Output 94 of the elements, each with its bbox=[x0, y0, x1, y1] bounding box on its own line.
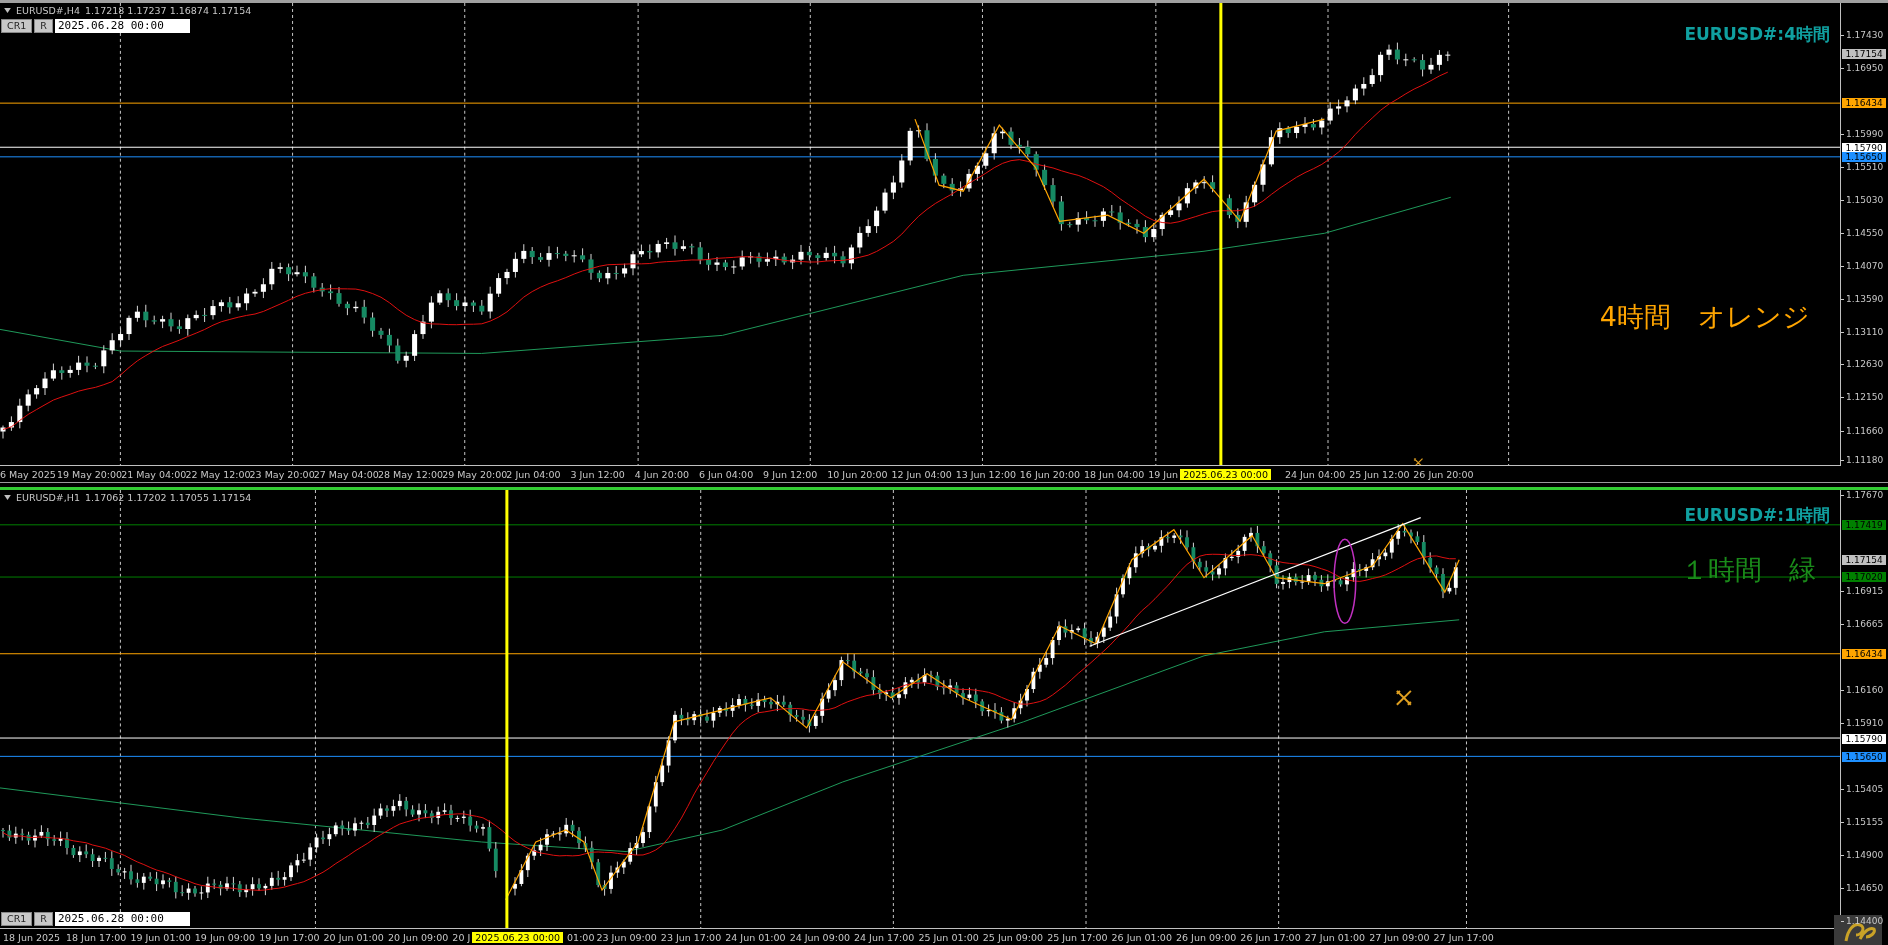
time-axis-label: 3 Jun 12:00 bbox=[570, 468, 626, 480]
price-tick-label: 1.16665 bbox=[1841, 618, 1884, 629]
price-level-label: 1.15650 bbox=[1842, 751, 1886, 762]
price-level-label: 1.16434 bbox=[1842, 98, 1886, 109]
price-level-label: 1.15790 bbox=[1842, 733, 1886, 744]
chart-note: １時間 緑 bbox=[1681, 553, 1816, 587]
price-level-label: 1.17154 bbox=[1842, 48, 1886, 59]
price-tick-label: 1.15910 bbox=[1841, 717, 1884, 728]
price-tick-label: 1.14400 bbox=[1841, 915, 1884, 926]
time-axis-label: 27 Jun 17:00 bbox=[1433, 931, 1495, 943]
price-tick-label: 1.11660 bbox=[1841, 426, 1884, 437]
time-axis-label: 20 J bbox=[452, 931, 472, 943]
time-axis-label: 26 Jun 20:00 bbox=[1413, 468, 1475, 480]
time-axis-label: 2 Jun 04:00 bbox=[506, 468, 562, 480]
time-axis-label: 18 Jun 04:00 bbox=[1084, 468, 1146, 480]
price-level-label: 1.15790 bbox=[1842, 142, 1886, 153]
ohlc-values: 1.17062 1.17202 1.17055 1.17154 bbox=[85, 492, 252, 503]
price-level-label: 1.15650 bbox=[1842, 152, 1886, 163]
time-axis-label: 26 Jun 01:00 bbox=[1111, 931, 1173, 943]
time-axis-label: 28 May 12:00 bbox=[377, 468, 443, 480]
price-tick-label: 1.12150 bbox=[1841, 392, 1884, 403]
ohlc-values: 1.17218 1.17237 1.16874 1.17154 bbox=[85, 5, 252, 16]
time-axis-label: 9 Jun 12:00 bbox=[763, 468, 819, 480]
time-axis-label: 19 Jun 09:00 bbox=[194, 931, 257, 943]
date-field[interactable]: 2025.06.28 00:00 bbox=[54, 912, 190, 926]
time-axis-label: 19 Jun 01:00 bbox=[130, 931, 192, 943]
time-axis-label: 25 Jun 01:00 bbox=[918, 931, 980, 943]
date-field[interactable]: 2025.06.28 00:00 bbox=[54, 19, 190, 33]
time-axis-label: 13 Jun 12:00 bbox=[955, 468, 1017, 480]
time-axis-label: 6 May 2025 bbox=[0, 468, 57, 480]
price-tick-label: 1.15155 bbox=[1841, 816, 1884, 827]
price-tick-label: 1.16915 bbox=[1841, 586, 1884, 596]
chart-title: EURUSD#:1時間 bbox=[1684, 504, 1830, 527]
time-axis-label: 18 Jun 17:00 bbox=[66, 931, 128, 943]
price-level-label: 1.17419 bbox=[1842, 519, 1886, 530]
price-tick-label: 1.14070 bbox=[1841, 260, 1884, 271]
price-level-label: 1.16434 bbox=[1842, 649, 1886, 660]
price-tick-label: 1.13590 bbox=[1841, 293, 1884, 304]
chart-note: 4時間 オレンジ bbox=[1599, 300, 1810, 334]
time-axis-label: 27 May 04:00 bbox=[313, 468, 378, 480]
time-axis-label: 01:00 bbox=[567, 931, 596, 943]
price-tick-label: 1.17430 bbox=[1841, 30, 1884, 40]
time-axis-label: 20 Jun 09:00 bbox=[387, 931, 450, 943]
time-axis-label: 27 Jun 09:00 bbox=[1369, 931, 1431, 943]
time-axis-label: 26 Jun 17:00 bbox=[1240, 931, 1302, 943]
time-axis-label: 2025.06.23 00:00 bbox=[472, 931, 564, 943]
toolbar-button[interactable]: CR1 bbox=[1, 912, 33, 926]
price-level-label: 1.17020 bbox=[1842, 572, 1886, 583]
time-axis-label: 24 Jun 01:00 bbox=[725, 931, 787, 943]
time-axis-label: 25 Jun 09:00 bbox=[982, 931, 1045, 943]
price-tick-label: 1.14650 bbox=[1841, 883, 1884, 894]
price-tick-label: 1.15990 bbox=[1841, 128, 1884, 139]
time-axis-label: 16 Jun 20:00 bbox=[1019, 468, 1082, 480]
time-axis-label: 23 Jun 09:00 bbox=[596, 931, 658, 943]
time-axis-label: 24 Jun 17:00 bbox=[854, 931, 916, 943]
price-tick-label: 1.14550 bbox=[1841, 227, 1884, 238]
price-tick-label: 1.15405 bbox=[1841, 784, 1884, 795]
toolbar-button[interactable]: CR1 bbox=[1, 19, 33, 33]
price-tick-label: 1.11180 bbox=[1841, 455, 1884, 465]
price-tick-label: 1.17670 bbox=[1841, 490, 1884, 500]
time-axis-label: 22 May 12:00 bbox=[185, 468, 250, 480]
price-tick-label: 1.15030 bbox=[1841, 194, 1884, 205]
time-axis-label: 18 Jun 2025 bbox=[3, 931, 62, 943]
time-axis-label: 10 Jun 20:00 bbox=[827, 468, 889, 480]
time-axis-label: 6 Jun 04:00 bbox=[698, 468, 755, 480]
time-axis-label: 12 Jun 04:00 bbox=[891, 468, 953, 480]
time-axis-label: 4 Jun 20:00 bbox=[634, 468, 690, 480]
price-tick-label: 1.14900 bbox=[1841, 850, 1884, 861]
price-tick-label: 1.15510 bbox=[1841, 161, 1884, 172]
price-level-label: 1.17154 bbox=[1842, 554, 1886, 565]
time-axis-label: 25 Jun 17:00 bbox=[1047, 931, 1109, 943]
time-axis-label: 21 May 04:00 bbox=[121, 468, 186, 480]
time-axis-label: 25 Jun 12:00 bbox=[1349, 468, 1411, 480]
toolbar-button[interactable]: R bbox=[34, 912, 53, 926]
time-axis-label: 23 Jun 17:00 bbox=[660, 931, 723, 943]
chart-title: EURUSD#:4時間 bbox=[1684, 23, 1830, 46]
time-axis-label: 19 May 20:00 bbox=[57, 468, 122, 480]
time-axis-label: 2025.06.23 00:00 bbox=[1180, 468, 1271, 480]
time-axis-label: 24 Jun 09:00 bbox=[789, 931, 851, 943]
price-tick-label: 1.16160 bbox=[1841, 685, 1884, 696]
time-axis-label: 23 May 20:00 bbox=[249, 468, 314, 480]
time-axis-label: 19 Jun 17:00 bbox=[259, 931, 321, 943]
time-axis-label: 20 Jun 01:00 bbox=[323, 931, 385, 943]
time-axis-label: 19 Jun bbox=[1148, 468, 1180, 480]
chart-symbol: EURUSD#,H1 bbox=[16, 492, 81, 503]
time-axis-label: 24 Jun 04:00 bbox=[1284, 468, 1347, 480]
toolbar-button[interactable]: R bbox=[34, 19, 53, 33]
time-axis-label: 27 Jun 01:00 bbox=[1304, 931, 1367, 943]
time-axis-label: 26 Jun 09:00 bbox=[1175, 931, 1238, 943]
price-tick-label: 1.16950 bbox=[1841, 62, 1884, 73]
price-tick-label: 1.13110 bbox=[1841, 326, 1884, 337]
price-tick-label: 1.12630 bbox=[1841, 359, 1884, 370]
chart-symbol: EURUSD#,H4 bbox=[16, 5, 81, 16]
time-axis-label: 29 May 20:00 bbox=[442, 468, 507, 480]
